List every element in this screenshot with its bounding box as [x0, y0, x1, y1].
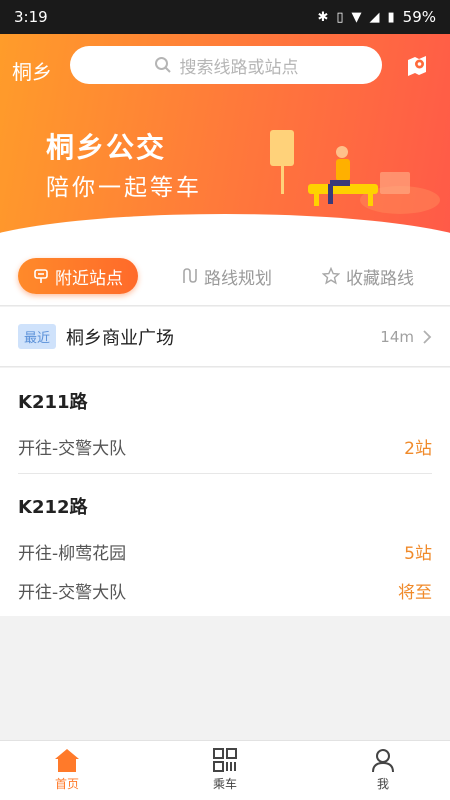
- route-direction[interactable]: 开往-交警大队 将至: [18, 578, 432, 603]
- banner-subtitle: 陪你一起等车: [46, 175, 202, 201]
- recent-distance: 14m: [380, 327, 414, 346]
- battery-icon: ▮: [387, 9, 395, 25]
- nav-ride[interactable]: 乘车: [185, 747, 265, 792]
- recent-badge: 最近: [18, 324, 57, 349]
- route-direction[interactable]: 开往-柳莺花园 5站: [18, 539, 432, 564]
- nav-label: 我: [376, 777, 389, 791]
- hero-banner: 桐乡 搜索线路或站点 桐乡公交 陪你一起等车: [0, 34, 450, 244]
- tab-label: 路线规划: [204, 268, 272, 289]
- search-bar[interactable]: 搜索线路或站点: [70, 46, 382, 84]
- city-selector[interactable]: 桐乡: [12, 56, 52, 85]
- banner-title: 桐乡公交: [46, 131, 167, 164]
- bluetooth-icon: ✱: [317, 9, 329, 25]
- route-list: K211路 开往-交警大队 2站 K212路 开往-柳莺花园 5站 开往-交警大…: [0, 368, 450, 616]
- stops-away: 2站: [404, 439, 432, 459]
- direction-destination: 开往-柳莺花园: [18, 544, 127, 564]
- recent-station-name: 桐乡商业广场: [66, 327, 175, 349]
- tab-label: 收藏路线: [346, 268, 414, 289]
- divider: [18, 473, 432, 474]
- tab-nearby-stations[interactable]: 附近站点: [18, 258, 138, 294]
- status-icons: ✱ ▯ ▼ ◢ ▮ 59%: [317, 8, 436, 26]
- star-icon: [322, 267, 340, 285]
- route-direction[interactable]: 开往-交警大队 2站: [18, 434, 432, 459]
- chevron-right-icon: [423, 329, 432, 344]
- wifi-icon: ▼: [351, 9, 362, 25]
- signpost-icon: [34, 269, 48, 283]
- home-icon: [55, 749, 79, 772]
- nav-home[interactable]: 首页: [27, 747, 107, 792]
- bottom-nav: 首页 乘车 我: [0, 740, 450, 800]
- status-time: 3:19: [14, 8, 48, 26]
- stops-away: 5站: [404, 544, 432, 564]
- route-name: K212路: [18, 497, 88, 518]
- search-placeholder: 搜索线路或站点: [179, 57, 299, 78]
- tab-route-planning[interactable]: 路线规划: [180, 258, 272, 294]
- route-item[interactable]: K212路 开往-柳莺花园 5站 开往-交警大队 将至: [18, 493, 432, 603]
- route-item[interactable]: K211路 开往-交警大队 2站: [18, 388, 432, 459]
- vibrate-icon: ▯: [336, 9, 344, 25]
- map-pin-icon[interactable]: [404, 52, 430, 78]
- stops-away: 将至: [398, 583, 432, 603]
- user-icon: [372, 749, 394, 773]
- route-icon: [183, 268, 197, 283]
- route-name: K211路: [18, 392, 88, 413]
- qr-code-icon: [213, 748, 237, 772]
- search-icon: [154, 57, 171, 73]
- signal-icon: ◢: [369, 9, 380, 25]
- nav-label: 首页: [54, 777, 79, 791]
- nav-label: 乘车: [212, 777, 237, 791]
- recent-station-row[interactable]: 最近 桐乡商业广场 14m: [0, 307, 450, 367]
- tab-saved-routes[interactable]: 收藏路线: [322, 258, 414, 294]
- nav-me[interactable]: 我: [343, 747, 423, 792]
- tab-bar: 附近站点 路线规划 收藏路线: [0, 244, 450, 306]
- direction-destination: 开往-交警大队: [18, 583, 127, 603]
- status-bar: 3:19 ✱ ▯ ▼ ◢ ▮ 59%: [0, 0, 450, 34]
- direction-destination: 开往-交警大队: [18, 439, 127, 459]
- tab-label: 附近站点: [55, 268, 123, 289]
- status-battery: 59%: [402, 8, 436, 26]
